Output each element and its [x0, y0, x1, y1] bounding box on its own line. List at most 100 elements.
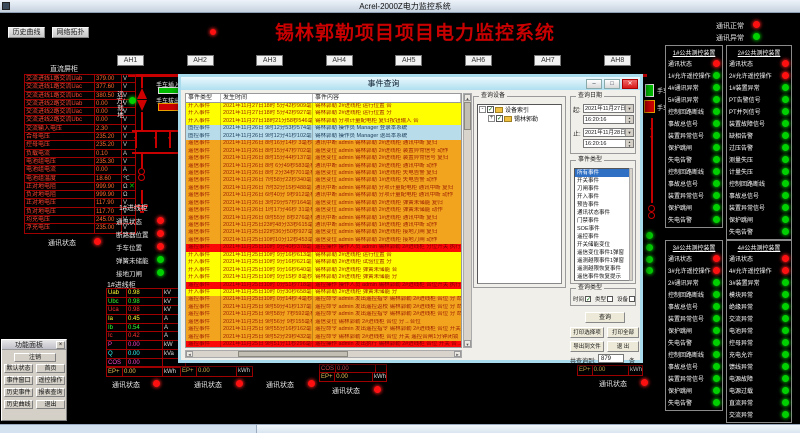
vertical-scrollbar[interactable]: ▲ ▼	[463, 93, 472, 348]
event-table-row[interactable]: 遥信事件 2021年11月25日22时36分50秒927毫秒 遥信变位 admi…	[186, 229, 461, 236]
print-selected-button[interactable]: 打印选择项	[570, 327, 604, 338]
history-curve-button[interactable]: 历史曲线	[8, 27, 45, 38]
event-table-row[interactable]: 遥控事件 2021年11月25日 9时51分11秒296毫秒 遥控操作 admi…	[186, 341, 461, 348]
function-button[interactable]: 默认状态	[4, 364, 33, 373]
event-table-row[interactable]: 开入事件 2021年11月27日18时 5分42秒909毫秒 锡林郭勒 2#进线…	[186, 103, 461, 110]
result-count-field[interactable]: 879	[598, 354, 624, 363]
function-button[interactable]: 历史事件	[4, 388, 33, 397]
tree-node-label[interactable]: 锡林郭勒	[514, 114, 538, 123]
event-type-item[interactable]: 开关事件	[575, 177, 629, 185]
event-table-row[interactable]: 遥控事件 2021年11月25日 9时59分41秒137毫秒 遥控命令 admi…	[186, 304, 461, 311]
spinner-icon[interactable]: ▲▼	[625, 116, 633, 123]
function-button[interactable]: 事件窗口	[4, 376, 33, 385]
event-type-item[interactable]: 遥控事件	[575, 233, 629, 241]
column-header-content[interactable]: 事件内容	[313, 94, 461, 102]
event-type-item[interactable]: 所有事件	[575, 169, 629, 177]
event-type-item[interactable]: 遥信变位事件1弹窗	[575, 249, 629, 257]
event-table-row[interactable]: 遥信事件 2021年11月26日 8时 6分49秒583毫秒 通讯中断 admi…	[186, 163, 461, 170]
event-table-row[interactable]: 遥信事件 2021年11月26日 8时15分47秒702毫秒 遥信变位 admi…	[186, 148, 461, 155]
function-button[interactable]: 报表查询	[36, 388, 65, 397]
tree-node-label[interactable]: 设备索引	[505, 105, 529, 114]
query-type-option[interactable]: 时间 ✓	[573, 295, 592, 303]
query-type-option[interactable]: 类型	[595, 295, 614, 303]
event-table-row[interactable]: 遥信事件 2021年11月26日 8时15分44秒137毫秒 遥信变位 admi…	[186, 155, 461, 162]
date-to-combo[interactable]: 2021年11月28日 ▼	[583, 128, 634, 137]
function-panel-titlebar[interactable]: 功能面板 ×	[2, 340, 66, 350]
event-type-item[interactable]: 通讯状态事件	[575, 209, 629, 217]
checkbox-icon[interactable]: ✓	[585, 296, 591, 302]
app-titlebar[interactable]: Acrel-2000Z电力监控系统	[0, 0, 800, 13]
checkbox-icon[interactable]	[607, 296, 613, 302]
event-table-row[interactable]: 遥控事件 2021年11月25日10时 9分40秒378毫秒 遥控操作 操作人员…	[186, 244, 461, 251]
event-table-row[interactable]: 遥控事件 2021年11月25日 9时58分 7秒592毫秒 遥控命令 admi…	[186, 311, 461, 318]
scrollbar-thumb[interactable]	[238, 351, 348, 357]
spin-down-icon[interactable]: ▼	[626, 144, 633, 148]
event-type-item[interactable]: 遥测越限恢复事件	[575, 265, 629, 273]
event-table-row[interactable]: 遥控事件 2021年11月25日 9时52分29秒432毫秒 遥控命令 锡林郭勒…	[186, 334, 461, 341]
event-table-row[interactable]: 遥信事件 2021年11月26日 1时17分46秒 31毫秒 遥信变位 admi…	[186, 207, 461, 214]
time-to-spinner[interactable]: 16:20:16 ▲▼	[583, 139, 634, 148]
event-table-row[interactable]: 遥信事件 2021年11月25日10时10分12秒453毫秒 遥信变位 admi…	[186, 237, 461, 244]
event-type-item[interactable]: SOE事件	[575, 225, 629, 233]
exit-button[interactable]: 退 出	[607, 341, 639, 352]
event-table-row[interactable]: 遥信事件 2021年11月26日 0时55分 8秒276毫秒 通讯中断 admi…	[186, 215, 461, 222]
logout-button[interactable]: 注销	[14, 353, 56, 362]
event-table-row[interactable]: 遥控事件 2021年11月25日10时 0分14秒 4毫秒 遥控命令 admin…	[186, 296, 461, 303]
event-table-row[interactable]: 图控事件 2021年11月26日 9时12分41秒102毫秒 锡林郭勒 操作员 …	[186, 133, 461, 140]
date-from-combo[interactable]: 2021年11月27日 ▼	[583, 104, 634, 113]
event-table-row[interactable]: 遥信事件 2021年11月26日 8时16分14秒 3毫秒 通讯中断 admin…	[186, 140, 461, 147]
query-type-option[interactable]: 设备	[617, 295, 636, 303]
checkbox-icon[interactable]	[629, 296, 635, 302]
feeder-button[interactable]: AH1	[117, 55, 144, 66]
event-table-row[interactable]: 遥控事件 2021年11月25日 9时55分16秒162毫秒 遥控命令 admi…	[186, 326, 461, 333]
event-type-list[interactable]: 所有事件 开关事件 刀闸事件 开入事件 预告事件 通讯状态事件 门禁事件 SO	[574, 168, 630, 281]
event-type-item[interactable]: 遥信事件恢复提示	[575, 273, 629, 281]
taskbar-window-button[interactable]	[0, 425, 257, 433]
device-tree[interactable]: - ✓ 设备索引 + ✓ 锡林郭勒	[477, 104, 562, 284]
event-table-row[interactable]: 图控事件 2021年11月26日 9时12分53秒574毫秒 锡林郭勒 操作员 …	[186, 125, 461, 132]
scroll-up-icon[interactable]: ▲	[464, 94, 471, 101]
tree-node-root[interactable]: - ✓ 设备索引	[478, 105, 561, 114]
export-button[interactable]: 导出到文件	[570, 341, 604, 352]
close-icon[interactable]: ×	[56, 341, 65, 349]
function-button[interactable]: 历史曲线	[4, 400, 33, 409]
event-table-row[interactable]: 开入事件 2021年11月27日18时 5分42秒927毫秒 锡林郭勒 2#进线…	[186, 110, 461, 117]
print-all-button[interactable]: 打印全部	[607, 327, 639, 338]
chevron-down-icon[interactable]: ▼	[625, 129, 633, 136]
event-table-row[interactable]: 遥信事件 2021年11月26日 7时58分22秒340毫秒 遥信变位 admi…	[186, 177, 461, 184]
feeder-button[interactable]: AH5	[395, 55, 422, 66]
column-header-time[interactable]: 发生时间	[221, 94, 313, 102]
feeder-button[interactable]: AH8	[604, 55, 631, 66]
close-button[interactable]: ✕	[622, 79, 638, 89]
event-table-row[interactable]: 遥控事件 2021年11月25日10时 0分51秒718毫秒 遥控操作 操作人员…	[186, 282, 461, 289]
time-from-spinner[interactable]: 16:20:16 ▲▼	[583, 115, 634, 124]
feeder-button[interactable]: AH4	[326, 55, 353, 66]
minimize-button[interactable]: –	[586, 79, 602, 89]
tree-node-child[interactable]: + ✓ 锡林郭勒	[487, 114, 561, 123]
feeder-button[interactable]: AH7	[534, 55, 561, 66]
tree-collapse-icon[interactable]: -	[479, 106, 486, 113]
event-table-row[interactable]: 开入事件 2021年11月27日18时21分58秒546毫秒 锡林郭勒 分项计量…	[186, 118, 461, 125]
event-table-row[interactable]: 开入事件 2021年11月25日10时 9分16秒621毫秒 锡林郭勒 2#进线…	[186, 259, 461, 266]
scrollbar-thumb[interactable]	[464, 102, 471, 130]
event-type-item[interactable]: 门禁事件	[575, 217, 629, 225]
maximize-button[interactable]: □	[604, 79, 620, 89]
scroll-left-icon[interactable]: ◄	[186, 351, 193, 357]
event-table-row[interactable]: 遥信事件 2021年11月26日 6时40分 9秒912毫秒 通讯中断 admi…	[186, 192, 461, 199]
feeder-button[interactable]: AH6	[465, 55, 492, 66]
scroll-right-icon[interactable]: ►	[454, 351, 461, 357]
event-table-row[interactable]: 遥信事件 2021年11月25日23时48分33秒615毫秒 通讯中断 admi…	[186, 222, 461, 229]
horizontal-scrollbar[interactable]: ◄ ►	[185, 350, 462, 358]
event-table-row[interactable]: 开入事件 2021年11月25日10时 9分16秒613毫秒 锡林郭勒 2#进线…	[186, 252, 461, 259]
network-topology-button[interactable]: 网络拓扑	[52, 27, 89, 38]
function-button[interactable]: 首页	[36, 364, 65, 373]
event-table-row[interactable]: 遥信事件 2021年11月26日 8时 2分34秒701毫秒 遥信变位 admi…	[186, 170, 461, 177]
scroll-down-icon[interactable]: ▼	[464, 340, 471, 347]
event-type-item[interactable]: 遥测越限事件1弹窗	[575, 257, 629, 265]
event-table-row[interactable]: 遥信事件 2021年11月26日 3时29分57秒164毫秒 遥信变位 admi…	[186, 200, 461, 207]
chevron-down-icon[interactable]: ▼	[625, 105, 633, 112]
checkbox-checked-icon[interactable]: ✓	[496, 115, 503, 122]
event-type-item[interactable]: 刀闸事件	[575, 185, 629, 193]
event-table-row[interactable]: 遥信事件 2021年11月26日 7时32分15秒488毫秒 通讯中断 admi…	[186, 185, 461, 192]
event-table-row[interactable]: 开入事件 2021年11月25日10时 0分30秒658毫秒 锡林郭勒 2#进线…	[186, 289, 461, 296]
